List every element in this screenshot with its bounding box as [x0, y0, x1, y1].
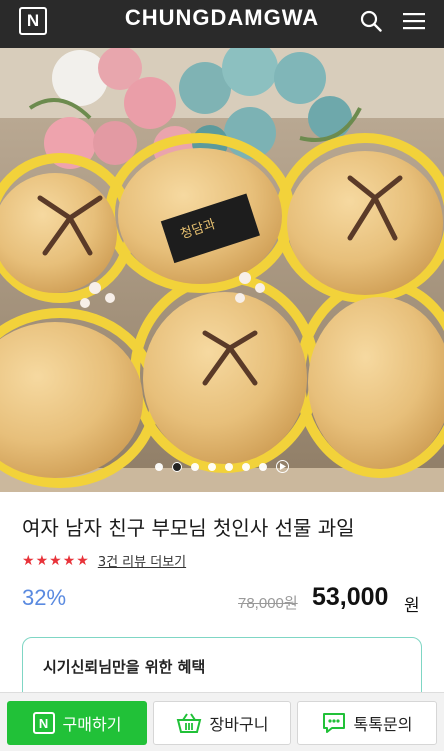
carousel-dot[interactable]	[242, 462, 250, 471]
benefit-title: 시기신뢰님만을 위한 혜택	[43, 658, 206, 676]
carousel-dot[interactable]	[191, 462, 199, 471]
naver-pay-icon: N	[32, 712, 55, 734]
carousel-dot-active[interactable]	[172, 461, 182, 472]
store-logo-letter: N	[26, 11, 40, 30]
search-button[interactable]	[357, 8, 385, 34]
top-header: N CHUNGDAMGWA	[0, 0, 444, 48]
menu-button[interactable]	[400, 8, 428, 34]
cart-button[interactable]: 장바구니	[153, 701, 291, 745]
carousel-dot[interactable]	[225, 462, 233, 471]
buy-button-label: 구매하기	[62, 715, 122, 734]
rating-row: ★ ★ ★ ★ ★ 3건 리뷰 더보기	[22, 551, 186, 571]
store-logo-badge[interactable]: N	[19, 7, 47, 35]
star-icon: ★	[22, 552, 35, 569]
hamburger-menu-icon	[403, 13, 425, 30]
star-icon: ★	[62, 552, 76, 569]
product-hero-image[interactable]: 청담과	[0, 48, 444, 492]
carousel-play-button[interactable]	[276, 460, 289, 473]
rating-stars: ★ ★ ★ ★ ★	[22, 553, 89, 569]
discount-rate: 32%	[22, 585, 67, 610]
star-icon: ★	[76, 552, 89, 569]
basket-icon	[176, 713, 201, 733]
buy-button[interactable]: N 구매하기	[7, 701, 147, 745]
play-icon	[280, 463, 286, 470]
carousel-indicator	[0, 460, 444, 473]
cart-button-label: 장바구니	[209, 715, 269, 734]
search-icon	[360, 10, 382, 32]
sale-price: 53,000	[312, 583, 389, 611]
mango-gift-box-illustration: 청담과	[0, 48, 444, 492]
carousel-dot[interactable]	[155, 462, 163, 471]
naver-pay-letter: N	[38, 715, 49, 731]
carousel-dot[interactable]	[208, 462, 216, 471]
product-title: 여자 남자 친구 부모님 첫인사 선물 과일	[22, 516, 355, 540]
price-unit: 원	[404, 596, 420, 616]
talk-inquiry-button[interactable]: 톡톡문의	[297, 701, 437, 745]
chat-bubble-icon	[322, 713, 345, 733]
star-icon: ★	[35, 552, 49, 569]
star-icon: ★	[49, 552, 62, 569]
original-price: 78,000원	[238, 595, 298, 612]
carousel-dot[interactable]	[259, 462, 267, 471]
talk-button-label: 톡톡문의	[353, 715, 413, 734]
review-link[interactable]: 3건 리뷰 더보기	[98, 551, 186, 570]
bottom-action-bar: N 구매하기 장바구니 톡톡문의	[0, 692, 444, 751]
